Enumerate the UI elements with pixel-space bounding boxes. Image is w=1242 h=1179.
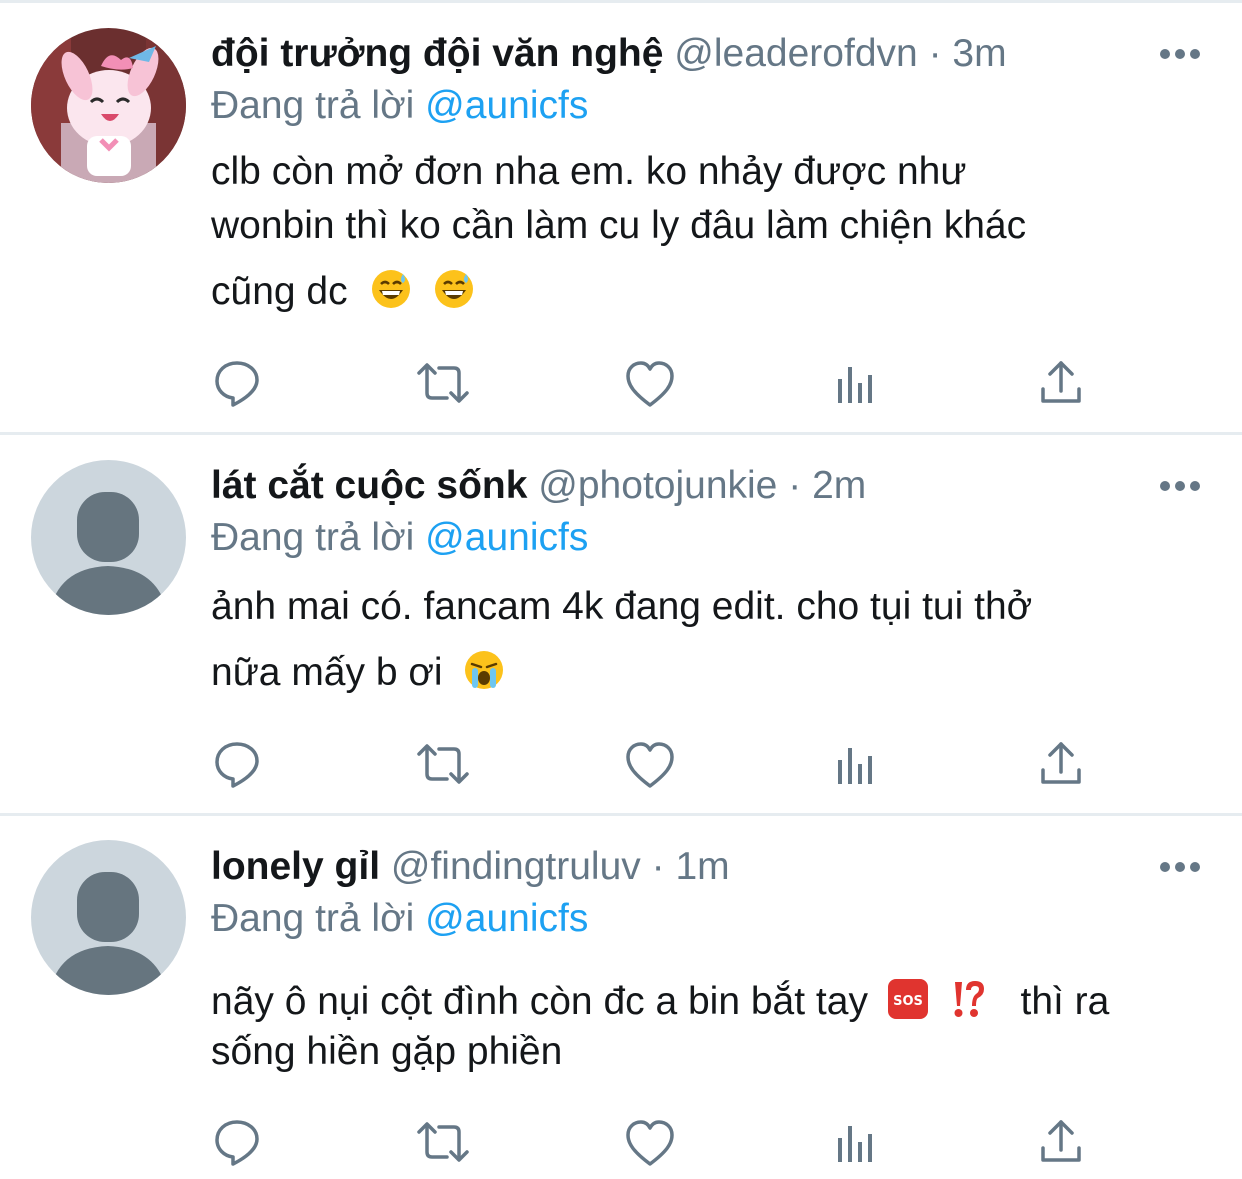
user-handle[interactable]: @leaderofdvn bbox=[674, 32, 917, 75]
replying-to: Đang trả lời @aunicfs bbox=[211, 895, 588, 943]
sos-emoji-label: SOS bbox=[893, 994, 923, 1009]
timestamp[interactable]: 3m bbox=[952, 32, 1006, 75]
tweet-text-line: wonbin thì ko cần làm cu ly đâu làm chiệ… bbox=[211, 204, 1027, 247]
analytics-icon[interactable] bbox=[826, 353, 886, 413]
share-icon[interactable] bbox=[1031, 353, 1091, 413]
grinning-sweat-emoji bbox=[370, 268, 412, 320]
analytics-icon[interactable] bbox=[826, 1112, 886, 1172]
retweet-icon[interactable] bbox=[413, 353, 473, 413]
tweet-actions bbox=[0, 1112, 1242, 1172]
tweet-text-line-with-emoji: nữa mấy b ơi bbox=[211, 649, 505, 701]
replying-to-label: Đang trả lời bbox=[211, 897, 415, 940]
like-icon[interactable] bbox=[620, 1112, 680, 1172]
display-name[interactable]: lonely gỉl bbox=[211, 845, 380, 888]
user-handle[interactable]: @photojunkie bbox=[538, 464, 777, 507]
mention-link[interactable]: @aunicfs bbox=[425, 516, 588, 559]
tweet-text-fragment: thì ra bbox=[1020, 980, 1110, 1023]
replying-to: Đang trả lời @aunicfs bbox=[211, 82, 588, 130]
grinning-sweat-emoji bbox=[433, 268, 475, 320]
avatar[interactable] bbox=[31, 28, 186, 183]
loudly-crying-emoji bbox=[463, 649, 505, 701]
tweet-text: clb còn mở đơn nha em. ko nhảy được như … bbox=[211, 150, 1211, 320]
exclamation-question-emoji bbox=[946, 978, 988, 1030]
retweet-icon[interactable] bbox=[413, 734, 473, 794]
tweet-header: lát cắt cuộc sốnk @photojunkie · 2m bbox=[211, 462, 866, 510]
tweet-text-fragment: nữa mấy b ơi bbox=[211, 651, 443, 694]
tweet-text: ảnh mai có. fancam 4k đang edit. cho tụi… bbox=[211, 585, 1211, 705]
tweet-text-fragment: nãy ô nụi cột đình còn đc a bin bắt tay bbox=[211, 980, 868, 1023]
reply-icon[interactable] bbox=[207, 734, 267, 794]
like-icon[interactable] bbox=[620, 353, 680, 413]
tweet-text: nãy ô nụi cột đình còn đc a bin bắt tay … bbox=[211, 978, 1211, 1078]
more-icon[interactable] bbox=[1158, 476, 1202, 496]
separator-dot: · bbox=[928, 32, 942, 75]
retweet-icon[interactable] bbox=[413, 1112, 473, 1172]
replying-to-label: Đang trả lời bbox=[211, 84, 415, 127]
display-name[interactable]: lát cắt cuộc sốnk bbox=[211, 464, 527, 507]
mention-link[interactable]: @aunicfs bbox=[425, 84, 588, 127]
display-name[interactable]: đội trưởng đội văn nghệ bbox=[211, 32, 663, 75]
tweet-text-line-with-emoji: nãy ô nụi cột đình còn đc a bin bắt tay … bbox=[211, 978, 1109, 1030]
separator-dot: · bbox=[788, 464, 802, 507]
more-icon[interactable] bbox=[1158, 44, 1202, 64]
sos-emoji: SOS bbox=[887, 978, 929, 1030]
tweet-text-line: sống hiền gặp phiền bbox=[211, 1030, 563, 1073]
share-icon[interactable] bbox=[1031, 1112, 1091, 1172]
tweet-header: đội trưởng đội văn nghệ @leaderofdvn · 3… bbox=[211, 30, 1007, 78]
share-icon[interactable] bbox=[1031, 734, 1091, 794]
replying-to: Đang trả lời @aunicfs bbox=[211, 514, 588, 562]
user-handle[interactable]: @findingtruluv bbox=[391, 845, 641, 888]
analytics-icon[interactable] bbox=[826, 734, 886, 794]
replying-to-label: Đang trả lời bbox=[211, 516, 415, 559]
tweet-text-line: ảnh mai có. fancam 4k đang edit. cho tụi… bbox=[211, 585, 1033, 628]
tweet-actions bbox=[0, 734, 1242, 794]
reply-icon[interactable] bbox=[207, 1112, 267, 1172]
avatar[interactable] bbox=[31, 840, 186, 995]
tweet[interactable]: lát cắt cuộc sốnk @photojunkie · 2m Đang… bbox=[0, 435, 1242, 813]
reply-icon[interactable] bbox=[207, 353, 267, 413]
tweet-text-fragment: cũng dc bbox=[211, 270, 348, 313]
like-icon[interactable] bbox=[620, 734, 680, 794]
mention-link[interactable]: @aunicfs bbox=[425, 897, 588, 940]
timestamp[interactable]: 2m bbox=[812, 464, 866, 507]
tweet[interactable]: đội trưởng đội văn nghệ @leaderofdvn · 3… bbox=[0, 0, 1242, 432]
more-icon[interactable] bbox=[1158, 857, 1202, 877]
tweet-text-line-with-emoji: cũng dc bbox=[211, 268, 475, 320]
tweet[interactable]: lonely gỉl @findingtruluv · 1m Đang trả … bbox=[0, 816, 1242, 1179]
timestamp[interactable]: 1m bbox=[675, 845, 729, 888]
separator-dot: · bbox=[651, 845, 665, 888]
tweet-header: lonely gỉl @findingtruluv · 1m bbox=[211, 843, 730, 891]
tweet-actions bbox=[0, 353, 1242, 413]
avatar[interactable] bbox=[31, 460, 186, 615]
tweet-text-line: clb còn mở đơn nha em. ko nhảy được như bbox=[211, 150, 967, 193]
